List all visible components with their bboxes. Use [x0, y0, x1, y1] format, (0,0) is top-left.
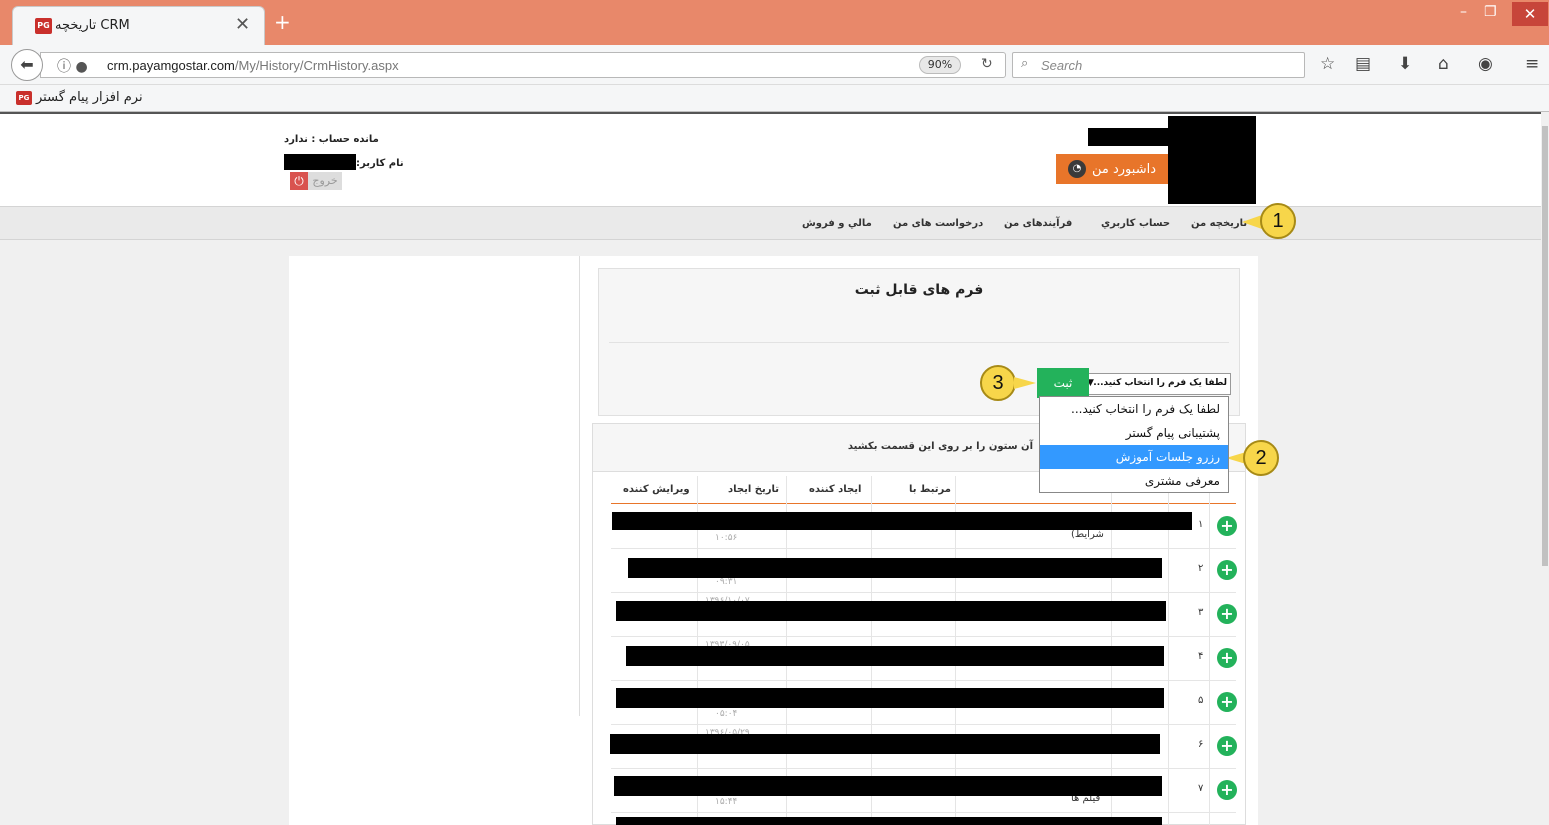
redacted-row [614, 776, 1162, 796]
power-icon: ⏻ [290, 172, 308, 190]
expand-row-icon[interactable]: + [1217, 604, 1237, 624]
browser-navbar: ⓘ ● crm.payamgostar.com/My/History/CrmHi… [0, 45, 1549, 85]
bookmark-payamgostar[interactable]: نرم افزار پیام گستر PG [16, 90, 143, 105]
callout-3: 3 [980, 365, 1016, 401]
home-icon[interactable]: ⌂ [1438, 54, 1449, 74]
browser-tab[interactable]: PG CRM تاریخچه ✕ [12, 6, 265, 45]
redacted-row [628, 558, 1162, 578]
browser-titlebar: PG CRM تاریخچه ✕ + – ❐ ✕ [0, 0, 1549, 45]
redacted-logo-text [1088, 128, 1170, 146]
bookmark-favicon: PG [16, 90, 32, 105]
row-time: ۱۰:۵۶ [715, 533, 738, 543]
menu-my-requests[interactable]: درخواست های من [893, 218, 983, 229]
dropdown-option[interactable]: معرفی مشتری [1040, 469, 1228, 493]
zoom-badge[interactable]: 90% [919, 56, 961, 74]
tab-title: CRM تاریخچه [55, 18, 130, 33]
submit-button[interactable]: ثبت [1037, 368, 1089, 398]
row-number: ۴ [1198, 651, 1204, 662]
dashboard-label: داشبورد من [1092, 161, 1156, 177]
dashboard-gauge-icon: ◔ [1068, 160, 1086, 178]
page-header: مانده حساب : ندارد نام کاربر: ⏻ خروج داش… [0, 112, 1541, 206]
redacted-row [612, 512, 1192, 530]
new-tab-icon[interactable]: + [274, 10, 291, 34]
group-by-hint: آن ستون را بر روی این قسمت بکشید [847, 441, 1033, 452]
scroll-thumb[interactable] [1542, 126, 1548, 566]
search-placeholder: Search [1041, 58, 1083, 73]
expand-row-icon[interactable]: + [1217, 560, 1237, 580]
form-select[interactable]: لطفا یک فرم را انتخاب کنید... ▼ [1083, 373, 1231, 395]
row-number: ۶ [1198, 739, 1204, 750]
main-menu: تاریخچه من حساب کاربري فرآیندهای من درخو… [0, 206, 1541, 240]
row-time: ۰۵:۰۴ [715, 709, 738, 719]
redacted-row [616, 601, 1166, 621]
search-icon: ⌕ [1021, 56, 1029, 71]
redacted-logo [1168, 116, 1256, 204]
account-balance: مانده حساب : ندارد [284, 134, 379, 145]
menu-finance-sales[interactable]: مالي و فروش [802, 218, 872, 229]
page-scrollbar[interactable] [1541, 112, 1549, 825]
hamburger-menu-icon[interactable]: ≡ [1525, 54, 1539, 74]
reload-icon[interactable]: ↻ [981, 56, 993, 72]
callout-3-tail [1014, 377, 1036, 389]
dashboard-button[interactable]: داشبورد من ◔ [1056, 154, 1168, 184]
maximize-icon[interactable]: ❐ [1484, 4, 1497, 20]
row-number: ۷ [1198, 783, 1204, 794]
logout-button[interactable]: ⏻ خروج [290, 172, 342, 190]
back-button[interactable]: ⬅ [11, 49, 43, 81]
expand-row-icon[interactable]: + [1217, 692, 1237, 712]
callout-2: 2 [1243, 440, 1279, 476]
expand-row-icon[interactable]: + [1217, 516, 1237, 536]
redacted-row [616, 817, 1162, 825]
tab-favicon: PG [35, 18, 52, 34]
username-label: نام کاربر: [356, 158, 404, 169]
divider [609, 342, 1229, 343]
row-number: ۳ [1198, 607, 1204, 618]
menu-my-processes[interactable]: فرآیندهای من [1004, 218, 1072, 229]
redacted-row [626, 646, 1164, 666]
col-editor[interactable]: ویرایش کننده [623, 484, 690, 495]
col-related-to[interactable]: مرتبط با [909, 484, 951, 495]
dropdown-option[interactable]: لطفا یک فرم را انتخاب کنید... [1040, 397, 1228, 421]
forms-panel: فرم های قابل ثبت لطفا یک فرم را انتخاب ک… [598, 268, 1240, 416]
pocket-icon[interactable]: ◉ [1478, 54, 1493, 74]
row-time: ۱۵:۴۴ [715, 797, 738, 807]
bookmark-label: نرم افزار پیام گستر [36, 90, 143, 105]
row-number: ۱ [1198, 519, 1204, 530]
row-number: ۵ [1198, 695, 1204, 706]
redacted-row [616, 688, 1164, 708]
forms-title: فرم های قابل ثبت [854, 282, 984, 298]
menu-user-account[interactable]: حساب کاربري [1101, 218, 1170, 229]
form-select-value: لطفا یک فرم را انتخاب کنید... [1093, 378, 1227, 388]
dropdown-option-selected[interactable]: رزرو جلسات آموزش [1040, 445, 1228, 469]
bookmarks-bar: نرم افزار پیام گستر PG [0, 85, 1549, 112]
bookmark-star-icon[interactable]: ☆ [1320, 54, 1335, 74]
col-creator[interactable]: ایجاد کننده [809, 484, 861, 495]
menu-my-history[interactable]: تاریخچه من [1191, 218, 1247, 229]
expand-row-icon[interactable]: + [1217, 736, 1237, 756]
row-number: ۲ [1198, 563, 1204, 574]
redacted-username [284, 154, 356, 170]
site-info-icon[interactable]: ⓘ ● [57, 56, 88, 76]
expand-row-icon[interactable]: + [1217, 648, 1237, 668]
search-input[interactable]: ⌕ Search [1012, 52, 1305, 78]
url-text: crm.payamgostar.com/My/History/CrmHistor… [107, 58, 399, 73]
logout-label: خروج [308, 172, 342, 190]
minimize-icon[interactable]: – [1460, 4, 1467, 20]
callout-1: 1 [1260, 203, 1296, 239]
form-select-dropdown[interactable]: لطفا یک فرم را انتخاب کنید... پشتیبانی پ… [1039, 396, 1229, 493]
row-subject: شرایط) [1071, 529, 1104, 540]
download-icon[interactable]: ⬇ [1398, 54, 1412, 74]
callout-1-tail [1242, 215, 1262, 229]
col-created-date[interactable]: تاریخ ایجاد [728, 484, 779, 495]
reading-list-icon[interactable]: ▤ [1355, 54, 1371, 74]
left-column [289, 256, 580, 716]
tab-close-icon[interactable]: ✕ [235, 14, 250, 35]
url-bar[interactable]: ⓘ ● crm.payamgostar.com/My/History/CrmHi… [40, 52, 1006, 78]
row-time: ۰۹:۳۱ [715, 577, 738, 587]
window-close-icon[interactable]: ✕ [1512, 2, 1548, 26]
redacted-row [610, 734, 1160, 754]
dropdown-option[interactable]: پشتیبانی پیام گستر [1040, 421, 1228, 445]
expand-row-icon[interactable]: + [1217, 780, 1237, 800]
